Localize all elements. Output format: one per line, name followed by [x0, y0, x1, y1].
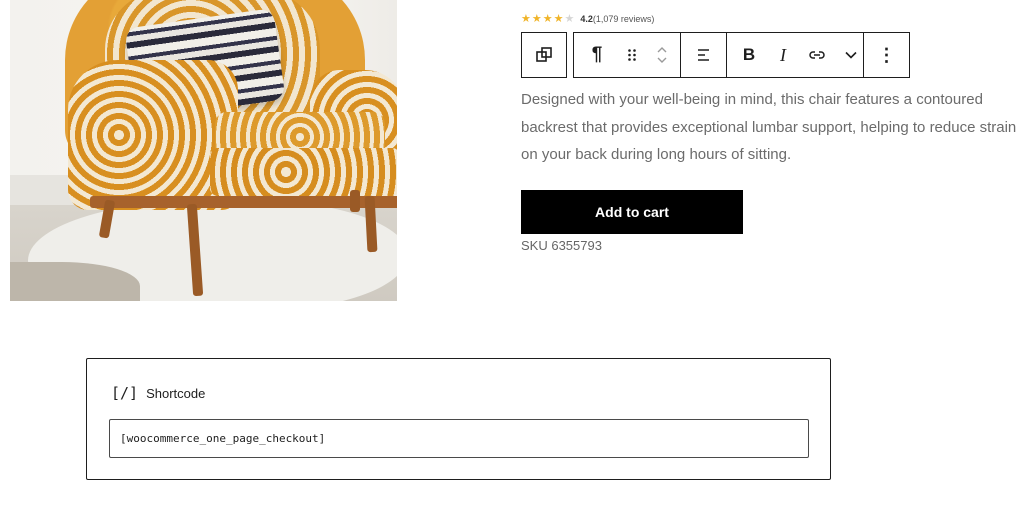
- block-transform-icon: [536, 47, 552, 62]
- drag-handle-icon: [628, 49, 636, 61]
- product-rating: ★ ★ ★ ★ ★ 4.2 (1,079 reviews): [521, 12, 654, 26]
- toolbar-format-group: B I: [726, 32, 863, 78]
- paragraph-block-button[interactable]: ¶: [574, 33, 620, 77]
- link-button[interactable]: [795, 33, 839, 77]
- shortcode-input[interactable]: [109, 419, 809, 458]
- italic-button[interactable]: I: [771, 33, 795, 77]
- move-up-icon[interactable]: [656, 45, 668, 55]
- block-toolbar: ¶ B I ⋮: [521, 32, 910, 78]
- chevron-down-icon: [845, 51, 857, 59]
- more-vertical-icon: ⋮: [877, 44, 896, 65]
- toolbar-align-group: [680, 32, 726, 78]
- product-sku: SKU 6355793: [521, 238, 602, 253]
- shortcode-block[interactable]: [/] Shortcode: [86, 358, 831, 480]
- chair-seat-front: [210, 148, 397, 196]
- bold-icon: B: [742, 45, 756, 64]
- star-icon: ★: [531, 12, 542, 25]
- paragraph-icon: ¶: [591, 44, 603, 65]
- move-block-controls: [644, 33, 680, 77]
- shortcode-icon: [/]: [111, 384, 139, 402]
- toolbar-options-group: ⋮: [863, 32, 910, 78]
- product-description[interactable]: Designed with your well-being in mind, t…: [521, 86, 1021, 169]
- toolbar-main-group: ¶ B I ⋮: [573, 32, 910, 78]
- transform-block-button[interactable]: [521, 32, 567, 78]
- drag-handle[interactable]: [620, 33, 644, 77]
- star-icon: ★: [521, 12, 531, 25]
- star-icon: ★: [542, 12, 553, 25]
- rating-value: 4.2: [580, 14, 593, 24]
- star-icon: ★: [564, 12, 575, 25]
- bold-button[interactable]: B: [727, 33, 771, 77]
- product-image: [10, 0, 397, 301]
- add-to-cart-button[interactable]: Add to cart: [521, 190, 743, 234]
- rating-stars: ★ ★ ★ ★ ★: [521, 12, 575, 25]
- review-count: (1,079 reviews): [592, 14, 655, 24]
- chair-leg: [350, 190, 360, 212]
- block-options-button[interactable]: ⋮: [864, 33, 909, 77]
- italic-icon: I: [780, 44, 786, 65]
- align-text-button[interactable]: [681, 33, 726, 77]
- align-left-icon: [697, 49, 709, 61]
- shortcode-header: [/] Shortcode: [111, 384, 205, 402]
- link-icon: [809, 51, 825, 59]
- shortcode-label: Shortcode: [146, 385, 206, 401]
- move-down-icon[interactable]: [656, 55, 668, 65]
- more-formatting-button[interactable]: [839, 33, 863, 77]
- star-icon: ★: [553, 12, 564, 25]
